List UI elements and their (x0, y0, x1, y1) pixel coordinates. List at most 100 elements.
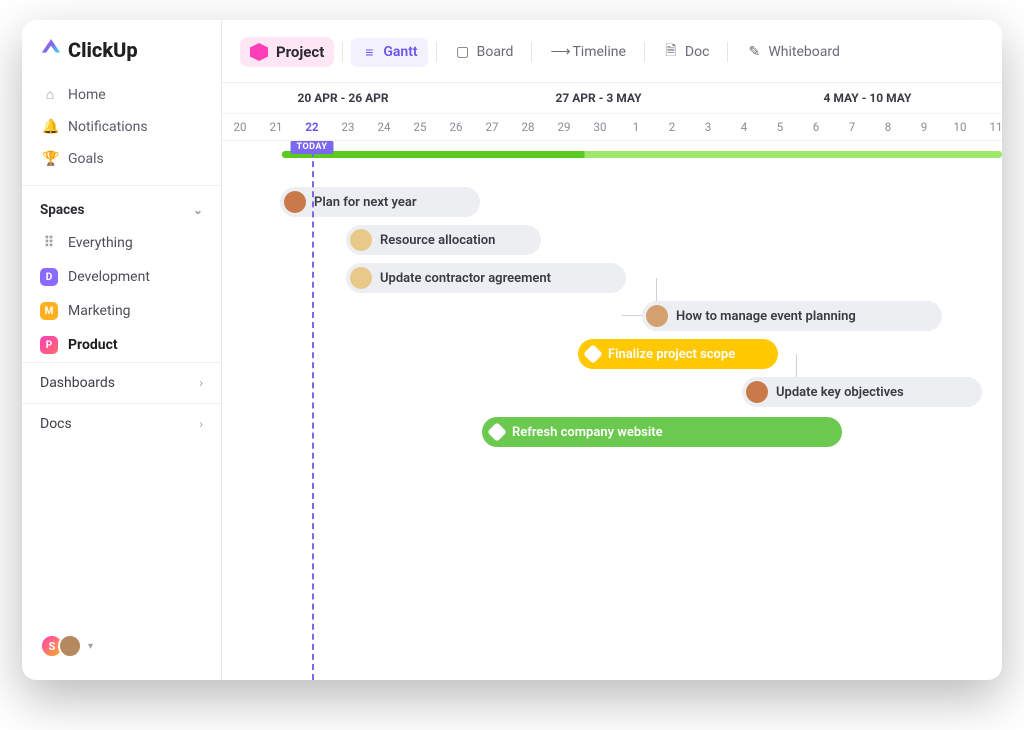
task-label: Plan for next year (314, 195, 417, 210)
day-header: 8 (870, 114, 906, 140)
sidebar: ClickUp ⌂ Home 🔔 Notifications 🏆 Goals S… (22, 20, 222, 680)
space-badge: M (40, 302, 58, 320)
day-header: 1 (618, 114, 654, 140)
gantt-task[interactable]: Plan for next year (280, 187, 480, 217)
nav-label: Home (68, 87, 106, 103)
chevron-right-icon: › (199, 376, 203, 390)
tab-label: Gantt (383, 44, 417, 60)
app-window: ClickUp ⌂ Home 🔔 Notifications 🏆 Goals S… (22, 20, 1002, 680)
week-header: 27 APR - 3 MAY (464, 83, 733, 113)
nav-label: Goals (68, 151, 104, 167)
bell-icon: 🔔 (42, 119, 58, 135)
day-header: 26 (438, 114, 474, 140)
gantt-task[interactable]: Update contractor agreement (346, 263, 626, 293)
summary-progress-bar (282, 151, 1002, 158)
brand-name: ClickUp (68, 38, 138, 62)
gantt-task[interactable]: Finalize project scope (578, 339, 778, 369)
gantt-task[interactable]: How to manage event planning (642, 301, 942, 331)
home-icon: ⌂ (42, 86, 58, 103)
divider (644, 42, 645, 62)
timeline-icon: ⟶ (550, 44, 566, 60)
day-header: 9 (906, 114, 942, 140)
task-label: Update contractor agreement (380, 271, 551, 286)
gantt-task[interactable]: Refresh company website (482, 417, 842, 447)
day-header: 28 (510, 114, 546, 140)
milestone-icon (487, 422, 507, 442)
tab-board[interactable]: ▢ Board (445, 38, 524, 66)
assignee-avatar (746, 381, 768, 403)
task-label: Update key objectives (776, 385, 904, 400)
day-header: 10 (942, 114, 978, 140)
tab-gantt[interactable]: ≡ Gantt (351, 38, 427, 67)
nav-label: Notifications (68, 119, 148, 135)
today-badge: TODAY (291, 141, 334, 154)
task-label: Finalize project scope (608, 347, 735, 362)
space-everything[interactable]: ⠿ Everything (22, 226, 221, 260)
task-label: Resource allocation (380, 233, 495, 248)
logo-icon (40, 39, 62, 61)
nav-notifications[interactable]: 🔔 Notifications (32, 111, 211, 143)
day-header: 23 (330, 114, 366, 140)
nav-dashboards[interactable]: Dashboards › (22, 362, 221, 403)
day-header: 24 (366, 114, 402, 140)
gantt-task[interactable]: Update key objectives (742, 377, 982, 407)
user-avatar-stack: S (40, 634, 82, 658)
today-marker (312, 141, 314, 680)
divider (531, 42, 532, 62)
week-header: 20 APR - 26 APR (222, 83, 464, 113)
tab-label: Timeline (572, 44, 625, 60)
day-header: 11 (978, 114, 1002, 140)
space-marketing[interactable]: M Marketing (22, 294, 221, 328)
space-product[interactable]: P Product (22, 328, 221, 362)
spaces-header[interactable]: Spaces ⌄ (22, 185, 221, 226)
assignee-avatar (350, 229, 372, 251)
main-content: Project ≡ Gantt ▢ Board ⟶ Timeline 🗎 Doc (222, 20, 1002, 680)
assignee-avatar (284, 191, 306, 213)
day-header: 30 (582, 114, 618, 140)
grid-icon: ⠿ (40, 234, 58, 252)
week-row: 20 APR - 26 APR27 APR - 3 MAY4 MAY - 10 … (222, 83, 1002, 114)
nav-goals[interactable]: 🏆 Goals (32, 143, 211, 175)
spaces-label: Spaces (40, 202, 84, 218)
task-label: How to manage event planning (676, 309, 856, 324)
day-row: 2021222324252627282930123456789101112 (222, 114, 1002, 140)
day-header: 21 (258, 114, 294, 140)
gantt-task[interactable]: Resource allocation (346, 225, 541, 255)
tab-whiteboard[interactable]: ✎ Whiteboard (736, 38, 850, 66)
tab-doc[interactable]: 🗎 Doc (653, 34, 720, 70)
day-header: 7 (834, 114, 870, 140)
timeline-header: 20 APR - 26 APR27 APR - 3 MAY4 MAY - 10 … (222, 83, 1002, 141)
docs-label: Docs (40, 416, 72, 432)
space-label: Development (68, 269, 150, 285)
primary-nav: ⌂ Home 🔔 Notifications 🏆 Goals (22, 78, 221, 175)
week-header: 4 MAY - 10 MAY (733, 83, 1002, 113)
dashboards-label: Dashboards (40, 375, 115, 391)
trophy-icon: 🏆 (42, 151, 58, 167)
divider (342, 42, 343, 62)
nav-docs[interactable]: Docs › (22, 403, 221, 444)
divider (436, 42, 437, 62)
milestone-icon (583, 344, 603, 364)
tab-timeline[interactable]: ⟶ Timeline (540, 38, 635, 66)
logo[interactable]: ClickUp (22, 38, 221, 78)
space-development[interactable]: D Development (22, 260, 221, 294)
divider (727, 42, 728, 62)
assignee-avatar (350, 267, 372, 289)
space-label: Marketing (68, 303, 131, 319)
day-header: 20 (222, 114, 258, 140)
sidebar-footer[interactable]: S ▾ (22, 622, 221, 670)
task-label: Refresh company website (512, 425, 663, 440)
day-header: 27 (474, 114, 510, 140)
chevron-down-icon: ▾ (88, 641, 93, 652)
chevron-right-icon: › (199, 417, 203, 431)
cube-icon (250, 43, 268, 61)
tab-label: Doc (685, 44, 710, 60)
project-chip[interactable]: Project (240, 37, 334, 67)
tab-label: Whiteboard (768, 44, 840, 60)
tab-label: Board (477, 44, 514, 60)
gantt-chart[interactable]: TODAY Plan for next year Resource allocati… (222, 141, 1002, 680)
day-header: 3 (690, 114, 726, 140)
nav-home[interactable]: ⌂ Home (32, 78, 211, 111)
space-badge: P (40, 336, 58, 354)
day-header: 6 (798, 114, 834, 140)
